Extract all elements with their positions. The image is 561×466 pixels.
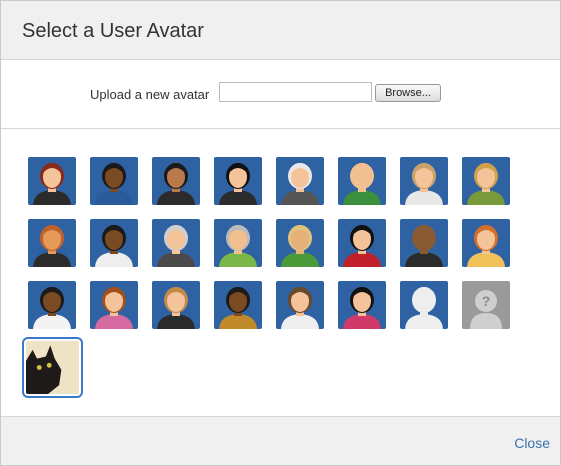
- avatar-old-man-white-hair[interactable]: [276, 157, 324, 205]
- upload-label: Upload a new avatar: [90, 87, 210, 102]
- avatar-man-suit[interactable]: [152, 281, 200, 329]
- avatar-woman-blonde-ponytail[interactable]: [462, 157, 510, 205]
- avatar-woman-auburn-hair[interactable]: [90, 281, 138, 329]
- dialog-footer: Close: [1, 416, 560, 465]
- avatar-woman-afro[interactable]: [214, 281, 262, 329]
- avatar-woman-red-shirt[interactable]: [338, 219, 386, 267]
- dialog-title: Select a User Avatar: [22, 20, 204, 42]
- browse-button[interactable]: Browse...: [375, 84, 441, 102]
- avatar-unknown-question-mark[interactable]: ?: [462, 281, 510, 329]
- avatar-woman-dark-skin[interactable]: [90, 157, 138, 205]
- avatar-man-hat-striped-shirt[interactable]: [276, 219, 324, 267]
- dialog-header: Select a User Avatar: [1, 1, 560, 60]
- avatar-old-man-mustache[interactable]: [152, 219, 200, 267]
- avatar-silhouette-default[interactable]: [400, 281, 448, 329]
- avatar-custom-cat-photo[interactable]: [22, 337, 83, 398]
- avatar-woman-black-hair[interactable]: [214, 157, 262, 205]
- avatar-man-orange-hair[interactable]: [28, 219, 76, 267]
- avatar-woman-red-hair-glasses[interactable]: [28, 157, 76, 205]
- avatar-bald-man-green-shirt[interactable]: [338, 157, 386, 205]
- svg-text:?: ?: [482, 293, 491, 309]
- close-link[interactable]: Close: [514, 435, 550, 451]
- avatar-man-dark-skin-white-shirt[interactable]: [90, 219, 138, 267]
- file-path-input[interactable]: [219, 82, 372, 102]
- avatar-grid: ?: [1, 129, 560, 417]
- avatar-dialog: Select a User Avatar Upload a new avatar…: [0, 0, 561, 466]
- avatar-bald-man-glasses[interactable]: [400, 219, 448, 267]
- avatar-woman-blonde-headband[interactable]: [400, 157, 448, 205]
- avatar-man-ginger[interactable]: [462, 219, 510, 267]
- avatar-man-sunglasses[interactable]: [214, 219, 262, 267]
- avatar-man-beard[interactable]: [152, 157, 200, 205]
- avatar-woman-striped-shirt[interactable]: [338, 281, 386, 329]
- upload-row: Upload a new avatar Browse...: [1, 60, 560, 129]
- avatar-man-dark-skin-tie[interactable]: [28, 281, 76, 329]
- avatar-man-glasses-gray-shirt[interactable]: [276, 281, 324, 329]
